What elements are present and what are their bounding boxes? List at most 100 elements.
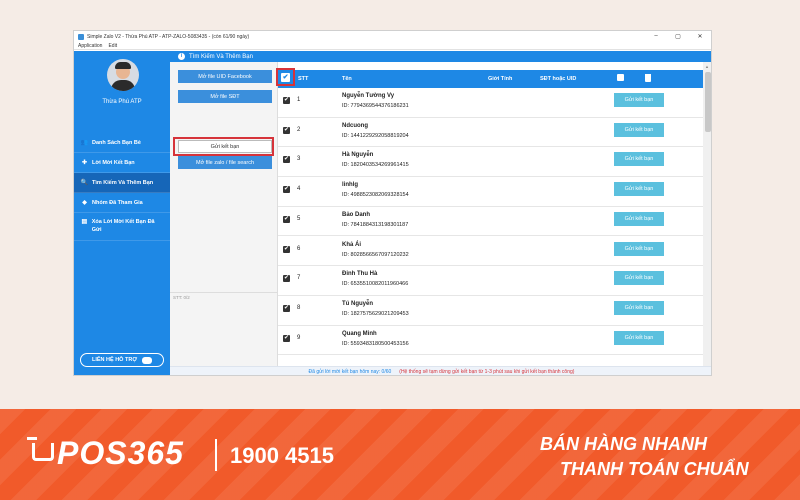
scroll-thumb[interactable] xyxy=(705,72,711,132)
sidebar-item-groups[interactable]: ◆ Nhóm Đã Tham Gia xyxy=(74,193,170,213)
sidebar-item-friends[interactable]: 👥 Danh Sách Bạn Bè xyxy=(74,133,170,153)
row-checkbox[interactable]: ✔ xyxy=(283,275,290,283)
scroll-up-icon[interactable]: ▲ xyxy=(705,64,709,69)
status-bar: Đã gửi lời mời kết bạn hôm nay: 0/60 (Hệ… xyxy=(170,366,711,375)
action-panel: Mở file UID Facebook Mở file SĐT Gửi kết… xyxy=(170,62,278,375)
row-name: Đinh Thu Hà xyxy=(342,271,378,278)
row-stt: 9 xyxy=(297,334,301,341)
table-scrollbar[interactable]: ▲ xyxy=(703,62,711,366)
menu-application[interactable]: Application xyxy=(78,43,102,49)
row-send-request-button[interactable]: Gửi kết bạn xyxy=(614,241,664,256)
row-send-request-button[interactable]: Gửi kết bạn xyxy=(614,211,664,226)
app-icon xyxy=(78,33,84,40)
maximize-button[interactable]: ▢ xyxy=(667,33,689,40)
row-send-request-button[interactable]: Gửi kết bạn xyxy=(614,122,664,137)
row-name: Khả Ái xyxy=(342,241,362,248)
row-send-request-button[interactable]: Gửi kết bạn xyxy=(614,271,664,286)
table-row: ✔ 3 Hà Nguyễn ID: 1820403534269961415 Gửi kế… xyxy=(278,147,703,178)
row-name: Tú Nguyễn xyxy=(342,300,373,307)
row-uid: ID: 7841884313198301187 xyxy=(342,221,409,228)
column-name: Tên xyxy=(342,76,352,82)
sent-count-text: Đã gửi lời mời kết bạn hôm nay: 0/60 xyxy=(308,369,392,375)
row-send-request-button[interactable]: Gửi kết bạn xyxy=(614,300,664,315)
table-row: ✔ 6 Khả Ái ID: 8028566567097120232 Gửi kết b… xyxy=(278,237,703,267)
row-uid: ID: 5593483180500453156 xyxy=(342,340,409,347)
row-checkbox[interactable]: ✔ xyxy=(283,215,290,223)
row-name: linhlg xyxy=(342,182,358,189)
slogan-line-1: BÁN HÀNG NHANH xyxy=(540,434,707,454)
column-phone-uid: SĐT hoặc UID xyxy=(540,76,577,82)
row-uid: ID: 4988523082069328154 xyxy=(342,192,409,199)
menu-bar: Application Edit xyxy=(74,42,711,50)
row-stt: 3 xyxy=(297,156,301,163)
table-row: ✔ 5 Bảo Danh ID: 7841884313198301187 Gửi kết… xyxy=(278,207,703,237)
window-title: Simple Zalo V2 - Thừa Phú ATP - ATP-ZALO… xyxy=(87,33,250,40)
minimize-button[interactable]: – xyxy=(645,33,667,40)
user-name: Thừa Phú ATP xyxy=(102,99,142,105)
avatar xyxy=(107,59,139,91)
row-uid: ID: 1827575629021209453 xyxy=(342,310,409,317)
menu-edit[interactable]: Edit xyxy=(108,43,117,49)
row-send-request-button[interactable]: Gửi kết bạn xyxy=(614,330,664,345)
open-uid-facebook-button[interactable]: Mở file UID Facebook xyxy=(178,70,272,83)
cart-icon xyxy=(27,437,54,461)
table-row: ✔ 4 linhlg ID: 4988523082069328154 Gửi kết b… xyxy=(278,177,703,207)
row-uid: ID: 1441229292058819204 xyxy=(342,132,409,139)
row-checkbox[interactable]: ✔ xyxy=(283,126,290,134)
title-bar: Simple Zalo V2 - Thừa Phú ATP - ATP-ZALO… xyxy=(74,31,711,42)
open-phone-file-button[interactable]: Mở file SĐT xyxy=(178,90,272,103)
table-row: ✔ 7 Đinh Thu Hà ID: 6535510082011960466 Gửi … xyxy=(278,266,703,296)
row-stt: 1 xyxy=(297,97,301,103)
table-header: ✔ STT Tên Giới Tính SĐT hoặc UID xyxy=(278,70,703,88)
app-window: Simple Zalo V2 - Thừa Phú ATP - ATP-ZALO… xyxy=(73,30,712,376)
row-uid: ID: 8028566567097120232 xyxy=(342,251,409,258)
users-icon: 👥 xyxy=(80,140,89,146)
row-stt: 2 xyxy=(297,126,301,133)
select-all-highlight xyxy=(276,68,295,86)
results-table: ✔ STT Tên Giới Tính SĐT hoặc UID ✔ 1 Nguyễ… xyxy=(278,62,703,366)
row-checkbox[interactable]: ✔ xyxy=(283,156,290,164)
sidebar-item-delete-sent-requests[interactable]: ▤ Xóa Lời Mời Kết Bạn Đã Gửi xyxy=(74,213,170,241)
sidebar-nav: 👥 Danh Sách Bạn Bè ✚ Lời Mời Kết Bạn 🔍 T… xyxy=(74,133,170,241)
row-checkbox[interactable]: ✔ xyxy=(283,186,290,194)
search-icon: 🔍 xyxy=(80,180,89,186)
info-icon: i xyxy=(178,53,185,60)
row-name: Bảo Danh xyxy=(342,211,371,218)
row-uid: ID: 1820403534269961415 xyxy=(342,162,409,169)
row-name: Quang Minh xyxy=(342,330,377,337)
row-uid: ID: 6535510082011960466 xyxy=(342,281,409,288)
sidebar-item-friend-requests[interactable]: ✚ Lời Mời Kết Bạn xyxy=(74,153,170,173)
trash-icon[interactable] xyxy=(645,74,651,82)
row-checkbox[interactable]: ✔ xyxy=(283,304,290,312)
row-send-request-button[interactable]: Gửi kết bạn xyxy=(614,93,664,107)
row-name: Nguyễn Tường Vy xyxy=(342,93,395,99)
contact-support-button[interactable]: LIÊN HỆ HỖ TRỢ xyxy=(80,353,164,367)
table-row: ✔ 9 Quang Minh ID: 5593483180500453156 Gửi k… xyxy=(278,326,703,356)
layers-icon: ◆ xyxy=(82,200,87,206)
open-zalo-search-file-button[interactable]: Mở file zalo / file search xyxy=(178,156,272,169)
window-controls: – ▢ ✕ xyxy=(645,33,711,40)
logo-divider xyxy=(215,439,217,471)
sidebar-item-label: Nhóm Đã Tham Gia xyxy=(92,199,143,206)
highlight-box xyxy=(173,137,274,156)
page-title: Tìm Kiếm Và Thêm Bạn xyxy=(189,53,253,60)
column-stt: STT xyxy=(298,76,309,82)
close-button[interactable]: ✕ xyxy=(689,33,711,40)
column-gender: Giới Tính xyxy=(488,76,513,82)
table-row: ✔ 2 Ndcuong ID: 1441229292058819204 Gửi kết … xyxy=(278,118,703,148)
sidebar-item-label: Lời Mời Kết Bạn xyxy=(92,159,135,166)
row-send-request-button[interactable]: Gửi kết bạn xyxy=(614,182,664,197)
sidebar-item-label: Danh Sách Bạn Bè xyxy=(92,139,141,146)
row-checkbox[interactable]: ✔ xyxy=(283,245,290,253)
sidebar-item-label: Xóa Lời Mời Kết Bạn Đã Gửi xyxy=(91,219,155,233)
save-icon[interactable] xyxy=(617,74,624,81)
pause-notice-text: (Hệ thống sẽ tạm dừng gửi kết bạn từ 1-3… xyxy=(399,369,575,375)
row-send-request-button[interactable]: Gửi kết bạn xyxy=(614,152,664,167)
chat-icon xyxy=(142,356,153,364)
table-row: ✔ 1 Nguyễn Tường Vy ID: 7794369544376186231… xyxy=(278,88,703,118)
action-log: STT: 0/2 xyxy=(170,292,278,375)
sidebar-item-search-add[interactable]: 🔍 Tìm Kiếm Và Thêm Bạn xyxy=(74,173,170,193)
row-checkbox[interactable]: ✔ xyxy=(283,334,290,342)
brand-logo: POS365 xyxy=(57,435,184,471)
row-checkbox[interactable]: ✔ xyxy=(283,97,290,104)
